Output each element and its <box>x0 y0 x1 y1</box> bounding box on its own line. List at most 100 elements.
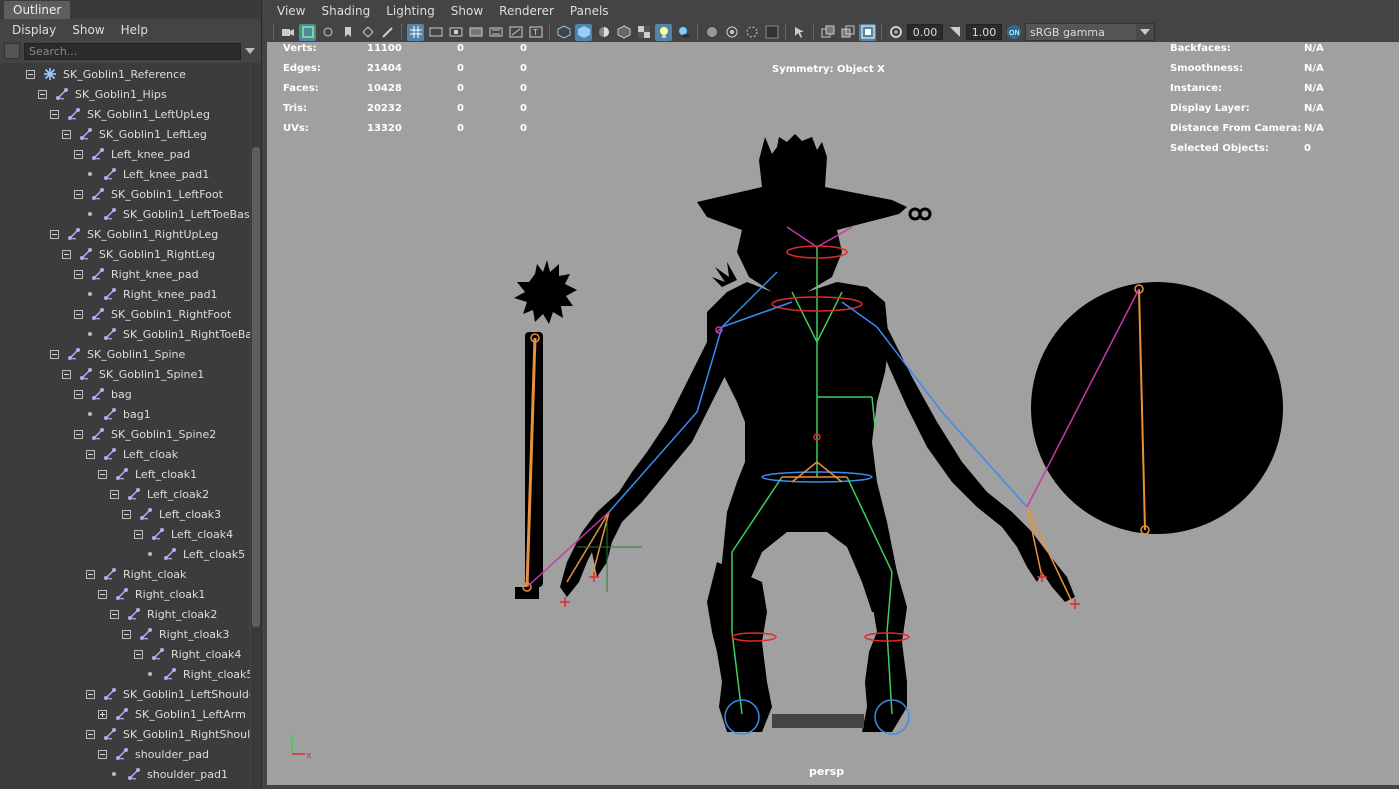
collapse-icon[interactable] <box>74 149 83 159</box>
outliner-tab[interactable]: Outliner <box>4 1 71 19</box>
image-plane-icon[interactable] <box>359 24 376 41</box>
menu-show[interactable]: Show <box>64 23 112 37</box>
collapse-icon[interactable] <box>122 509 131 519</box>
outliner-item[interactable]: SK_Goblin1_Hips <box>38 84 167 104</box>
collapse-icon[interactable] <box>98 469 107 479</box>
gamma-field[interactable]: 1.00 <box>966 24 1002 40</box>
outliner-item[interactable]: Right_cloak4 <box>134 644 241 664</box>
collapse-icon[interactable] <box>110 489 119 499</box>
outliner-item[interactable]: SK_Goblin1_Spine <box>50 344 185 364</box>
safe-title-icon[interactable]: T <box>527 24 544 41</box>
wireframe-on-shaded-icon[interactable] <box>615 24 632 41</box>
collapse-icon[interactable] <box>134 649 143 659</box>
smooth-shade-icon[interactable] <box>575 23 592 41</box>
collapse-icon[interactable] <box>86 449 95 459</box>
xray-joints-icon[interactable] <box>743 24 760 41</box>
collapse-icon[interactable] <box>110 609 119 619</box>
film-gate-icon[interactable] <box>427 24 444 41</box>
shadows-icon[interactable] <box>675 24 692 41</box>
outliner-item[interactable]: Right_cloak2 <box>110 604 217 624</box>
outliner-item[interactable]: bag1 <box>86 404 151 424</box>
outliner-item[interactable]: Left_cloak2 <box>110 484 209 504</box>
menu-shading[interactable]: Shading <box>313 4 378 18</box>
collapse-icon[interactable] <box>86 729 95 739</box>
outliner-item[interactable]: SK_Goblin1_Spine1 <box>62 364 204 384</box>
default-material-icon[interactable] <box>595 24 612 41</box>
outliner-item[interactable]: SK_Goblin1_LeftLeg <box>62 124 207 144</box>
collapse-icon[interactable] <box>86 689 95 699</box>
ssao-icon[interactable] <box>839 24 856 41</box>
exposure-icon[interactable] <box>887 24 904 41</box>
isolate-select-icon[interactable] <box>763 24 780 41</box>
outliner-item[interactable]: SK_Goblin1_RightUpLeg <box>50 224 218 244</box>
menu-panels[interactable]: Panels <box>562 4 617 18</box>
outliner-item[interactable]: bag <box>74 384 132 404</box>
collapse-icon[interactable] <box>62 369 71 379</box>
camera-icon[interactable] <box>279 24 296 41</box>
outliner-item[interactable]: Left_cloak5 <box>146 544 245 564</box>
expand-icon[interactable] <box>98 709 107 719</box>
textured-icon[interactable] <box>635 24 652 41</box>
bookmark-icon[interactable] <box>339 24 356 41</box>
outliner-item[interactable]: Left_cloak1 <box>98 464 197 484</box>
xray-icon[interactable] <box>703 24 720 41</box>
search-dropdown-icon[interactable] <box>245 48 255 54</box>
collapse-icon[interactable] <box>50 109 59 119</box>
collapse-icon[interactable] <box>62 129 71 139</box>
collapse-icon[interactable] <box>86 569 95 579</box>
outliner-item[interactable]: Right_cloak3 <box>122 624 229 644</box>
resolution-gate-icon[interactable] <box>447 24 464 41</box>
collapse-icon[interactable] <box>98 749 107 759</box>
search-input[interactable]: Search... <box>24 42 241 60</box>
menu-help[interactable]: Help <box>113 23 156 37</box>
outliner-item[interactable]: Right_cloak1 <box>98 584 205 604</box>
menu-lighting[interactable]: Lighting <box>378 4 443 18</box>
collapse-icon[interactable] <box>74 189 83 199</box>
collapse-icon[interactable] <box>74 309 83 319</box>
collapse-icon[interactable] <box>122 629 131 639</box>
3d-viewport[interactable]: y x Verts: 11100 0 0 Edges: 21404 0 0 Faces: 1042… <box>267 42 1399 785</box>
menu-show[interactable]: Show <box>443 4 491 18</box>
grid-icon[interactable] <box>407 23 424 41</box>
outliner-item[interactable]: SK_Goblin1_LeftToeBase <box>86 204 250 224</box>
collapse-icon[interactable] <box>74 269 83 279</box>
collapse-icon[interactable] <box>134 529 143 539</box>
filter-icon[interactable] <box>4 43 20 59</box>
outliner-item[interactable]: Left_cloak3 <box>122 504 221 524</box>
grease-pencil-icon[interactable] <box>379 24 396 41</box>
color-management-icon[interactable]: ON <box>1005 24 1022 41</box>
menu-renderer[interactable]: Renderer <box>491 4 562 18</box>
outliner-item[interactable]: Right_cloak5 <box>146 664 250 684</box>
collapse-icon[interactable] <box>50 229 59 239</box>
lighting-icon[interactable] <box>655 23 672 41</box>
multisample-aa-icon[interactable] <box>859 23 876 41</box>
outliner-scrollbar[interactable] <box>251 63 261 789</box>
collapse-icon[interactable] <box>98 589 107 599</box>
outliner-item[interactable]: shoulder_pad <box>98 744 209 764</box>
outliner-item[interactable]: SK_Goblin1_LeftShoulder <box>86 684 250 704</box>
outliner-item[interactable]: SK_Goblin1_RightShoulder <box>86 724 250 744</box>
two-sided-lighting-icon[interactable] <box>819 24 836 41</box>
outliner-item[interactable]: SK_Goblin1_RightLeg <box>62 244 215 264</box>
safe-action-icon[interactable] <box>507 24 524 41</box>
outliner-item[interactable]: SK_Goblin1_Reference <box>26 64 186 84</box>
outliner-item[interactable]: SK_Goblin1_RightToeBase <box>86 324 250 344</box>
outliner-item[interactable]: Right_knee_pad <box>74 264 199 284</box>
collapse-icon[interactable] <box>26 69 35 79</box>
outliner-item[interactable]: Right_knee_pad1 <box>86 284 218 304</box>
outliner-item[interactable]: Left_cloak <box>86 444 178 464</box>
outliner-item[interactable]: SK_Goblin1_LeftFoot <box>74 184 223 204</box>
gate-mask-icon[interactable] <box>467 24 484 41</box>
view-transform-dropdown[interactable]: sRGB gamma <box>1025 23 1155 41</box>
outliner-item[interactable]: SK_Goblin1_LeftArm <box>98 704 246 724</box>
collapse-icon[interactable] <box>74 389 83 399</box>
collapse-icon[interactable] <box>62 249 71 259</box>
outliner-item[interactable]: SK_Goblin1_Spine2 <box>74 424 216 444</box>
select-camera-icon[interactable] <box>791 24 808 41</box>
gamma-icon[interactable] <box>946 24 963 41</box>
xray-active-icon[interactable] <box>723 24 740 41</box>
chevron-down-icon[interactable] <box>1136 24 1154 40</box>
outliner-item[interactable]: shoulder_pad1 <box>110 764 228 784</box>
exposure-field[interactable]: 0.00 <box>907 24 943 40</box>
collapse-icon[interactable] <box>38 89 47 99</box>
